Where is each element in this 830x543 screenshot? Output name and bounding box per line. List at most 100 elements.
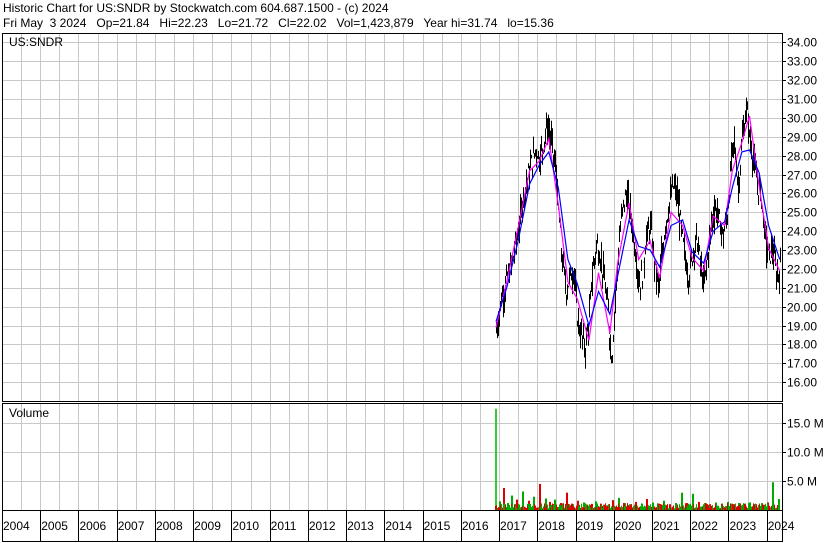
volume-bar bbox=[576, 507, 577, 510]
volume-bar bbox=[574, 507, 575, 510]
volume-bar bbox=[569, 507, 570, 510]
volume-bar bbox=[675, 507, 676, 510]
volume-bar bbox=[551, 504, 552, 510]
volume-bar bbox=[544, 503, 545, 510]
volume-bar bbox=[620, 507, 621, 510]
volume-bar bbox=[504, 503, 505, 510]
volume-bar bbox=[684, 507, 685, 510]
volume-bar bbox=[592, 507, 593, 510]
volume-bar bbox=[564, 507, 565, 510]
volume-bar bbox=[579, 506, 580, 510]
volume-bar bbox=[692, 504, 693, 510]
volume-bar bbox=[759, 503, 760, 510]
volume-bar bbox=[726, 505, 727, 510]
volume-bar bbox=[647, 503, 648, 510]
volume-bar bbox=[702, 506, 703, 510]
x-axis-tick-label: 2018 bbox=[538, 519, 565, 533]
volume-bar bbox=[631, 504, 632, 510]
volume-bar bbox=[605, 504, 606, 510]
volume-bar bbox=[658, 508, 659, 510]
volume-bar bbox=[651, 506, 652, 510]
volume-bar bbox=[698, 504, 699, 510]
volume-bar bbox=[670, 507, 671, 510]
volume-bar bbox=[704, 506, 705, 510]
volume-bar bbox=[540, 507, 541, 510]
volume-bar bbox=[749, 506, 750, 510]
volume-bar bbox=[678, 507, 679, 510]
volume-bar bbox=[503, 503, 504, 510]
volume-bar bbox=[717, 505, 718, 510]
volume-bar bbox=[559, 504, 560, 510]
price-panel: 34.00 33.00 32.00 31.00 30.00 29.00 28.00 27.00… bbox=[2, 33, 817, 402]
volume-bar bbox=[555, 508, 556, 510]
volume-bar bbox=[594, 507, 595, 510]
price-panel-title: US:SNDR bbox=[9, 35, 63, 49]
x-axis-tick-label: 2019 bbox=[577, 519, 604, 533]
volume-bar bbox=[758, 504, 759, 510]
volume-bar bbox=[609, 504, 610, 510]
x-axis-tick-label: 2022 bbox=[691, 519, 718, 533]
volume-bar bbox=[695, 507, 696, 510]
volume-y-axis: 15.0 M 10.0 M 5.0 M bbox=[782, 417, 824, 489]
volume-bar bbox=[618, 504, 619, 510]
volume-bar bbox=[548, 508, 549, 510]
volume-bar bbox=[690, 503, 691, 510]
volume-bar bbox=[519, 504, 520, 510]
x-axis-tick-label: 2020 bbox=[615, 519, 642, 533]
x-axis-tick-label: 2013 bbox=[347, 519, 374, 533]
volume-bar bbox=[652, 505, 653, 510]
volume-bar bbox=[510, 507, 511, 510]
volume-bar bbox=[625, 503, 626, 510]
volume-bar bbox=[719, 507, 720, 510]
volume-bar bbox=[730, 503, 731, 510]
volume-bar bbox=[613, 506, 614, 510]
volume-bar bbox=[705, 503, 706, 510]
volume-bar bbox=[732, 503, 733, 510]
volume-bar bbox=[529, 504, 530, 510]
volume-bar bbox=[752, 506, 753, 510]
volume-bar bbox=[709, 508, 710, 510]
x-axis-tick-label: 2004 bbox=[3, 519, 30, 533]
volume-bar bbox=[601, 504, 602, 510]
volume-bar bbox=[513, 507, 514, 510]
volume-bar bbox=[736, 506, 737, 510]
volume-bar bbox=[681, 505, 682, 510]
volume-bar bbox=[629, 506, 630, 510]
volume-bar bbox=[500, 504, 501, 510]
volume-bar bbox=[654, 506, 655, 510]
price-y-tick-label: 23.00 bbox=[787, 244, 817, 258]
volume-bar bbox=[765, 503, 766, 510]
volume-bar bbox=[671, 507, 672, 510]
volume-bar bbox=[771, 505, 772, 510]
x-axis: 2004 2005 2006 2007 2008 2009 2010 2011 2012 2013… bbox=[2, 510, 795, 542]
volume-bar bbox=[549, 506, 550, 510]
price-y-tick-label: 16.00 bbox=[787, 376, 817, 390]
volume-bar bbox=[743, 503, 744, 510]
volume-bar bbox=[655, 507, 656, 510]
volume-bar bbox=[515, 503, 516, 510]
volume-bar bbox=[766, 506, 767, 510]
volume-bar bbox=[724, 507, 725, 510]
volume-bar bbox=[568, 503, 569, 510]
volume-bar bbox=[739, 504, 740, 510]
volume-bar bbox=[640, 506, 641, 510]
volume-bar bbox=[763, 504, 764, 510]
volume-bar bbox=[707, 504, 708, 510]
volume-bar bbox=[563, 504, 564, 510]
volume-bar bbox=[665, 504, 666, 510]
price-y-tick-label: 31.00 bbox=[787, 93, 817, 107]
volume-bar bbox=[762, 504, 763, 510]
volume-bar bbox=[753, 503, 754, 510]
volume-bar bbox=[650, 504, 651, 510]
volume-bar bbox=[767, 503, 768, 510]
volume-bar bbox=[689, 504, 690, 510]
volume-bar bbox=[740, 503, 741, 510]
volume-bar bbox=[697, 507, 698, 510]
volume-bar bbox=[530, 506, 531, 510]
volume-bar bbox=[501, 505, 502, 510]
price-y-tick-label: 22.00 bbox=[787, 263, 817, 277]
volume-bar bbox=[600, 506, 601, 510]
volume-bar bbox=[617, 506, 618, 510]
volume-bar bbox=[643, 506, 644, 510]
price-y-tick-label: 20.00 bbox=[787, 301, 817, 315]
